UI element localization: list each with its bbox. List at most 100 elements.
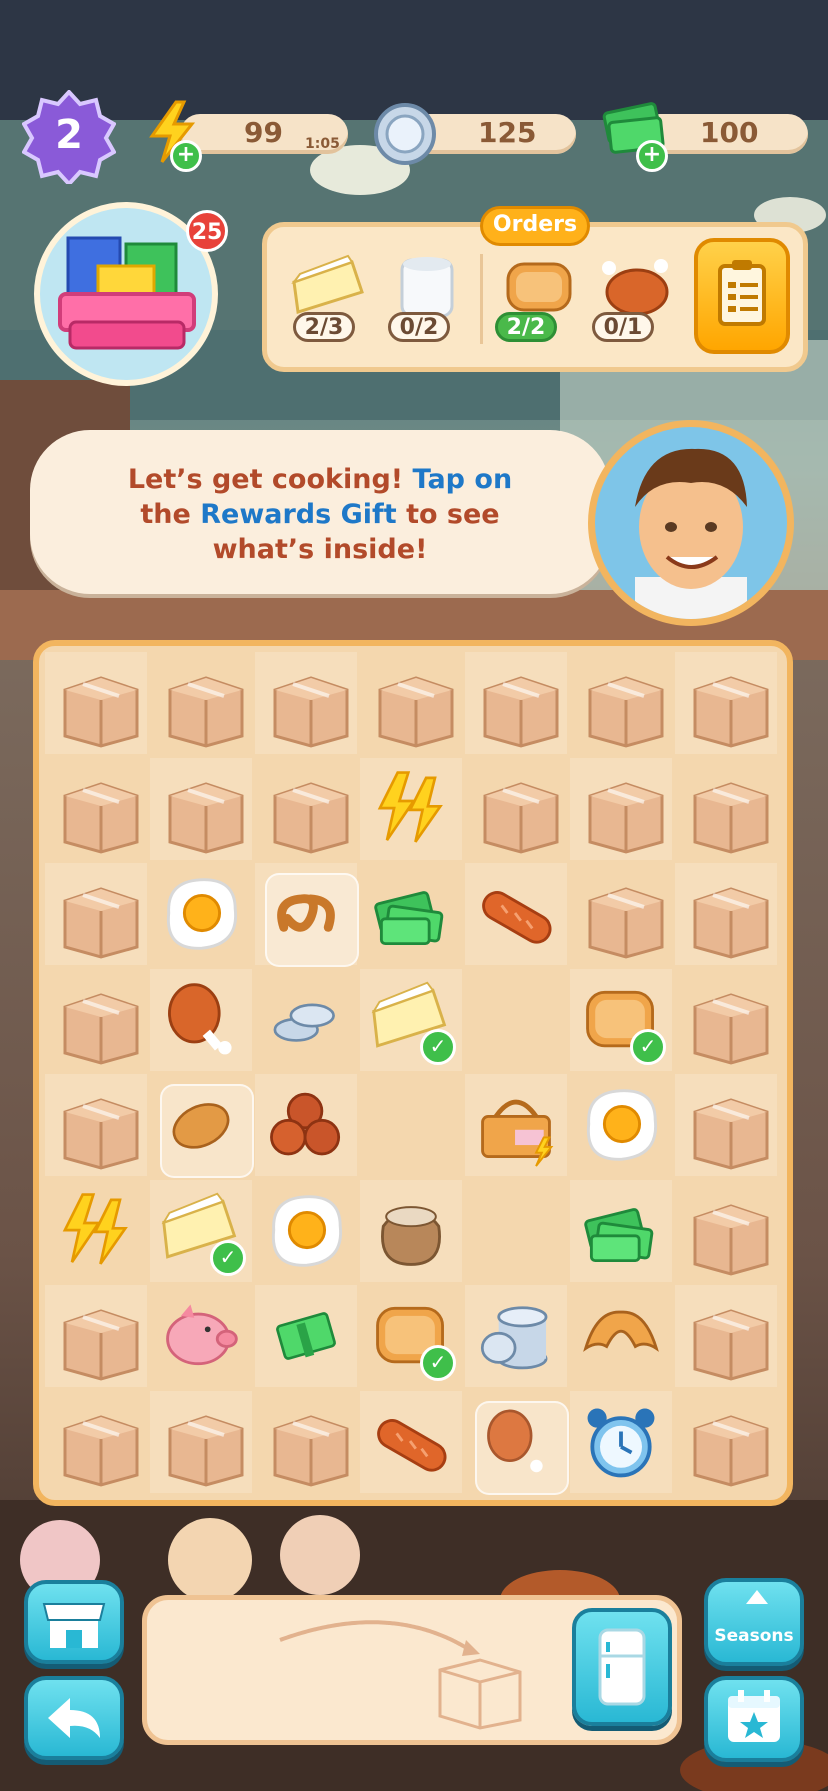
locked-box-icon[interactable] (679, 973, 773, 1067)
board-cell[interactable] (465, 863, 567, 965)
locked-box-icon[interactable] (259, 1395, 353, 1489)
locked-box-icon[interactable] (49, 1395, 143, 1489)
board-cell[interactable]: ✓ (360, 968, 462, 1071)
sausage-icon[interactable] (364, 1395, 458, 1489)
locked-box-icon[interactable] (679, 1395, 773, 1489)
board-cell[interactable] (150, 1285, 252, 1387)
locked-box-icon[interactable] (574, 867, 668, 961)
coins-stack-icon[interactable] (469, 1289, 563, 1383)
locked-box-icon[interactable] (679, 867, 773, 961)
board-cell[interactable] (360, 757, 462, 860)
locked-box-icon[interactable] (574, 656, 668, 750)
board-cell[interactable] (255, 1074, 357, 1176)
board-cell[interactable] (570, 1074, 672, 1176)
board-cell[interactable] (675, 969, 777, 1071)
undo-button[interactable] (24, 1676, 124, 1760)
board-cell[interactable] (255, 863, 359, 967)
board-cell[interactable] (150, 968, 252, 1071)
board-cell[interactable] (465, 969, 567, 1071)
board-cell[interactable] (150, 757, 252, 860)
board-cell[interactable] (570, 863, 672, 965)
cash-stack-icon[interactable] (364, 867, 458, 961)
locked-box-icon[interactable] (679, 1184, 773, 1278)
add-cash-button[interactable]: + (636, 140, 668, 172)
locked-box-icon[interactable] (469, 656, 563, 750)
locked-box-icon[interactable] (49, 867, 143, 961)
board-cell[interactable] (255, 1391, 357, 1493)
fridge-button[interactable] (572, 1608, 672, 1726)
croissant-icon[interactable] (574, 1289, 668, 1383)
board-cell[interactable] (255, 758, 357, 860)
board-cell[interactable] (465, 652, 567, 754)
alarm-clock-icon[interactable] (574, 1395, 668, 1489)
seasons-button[interactable]: Seasons (704, 1578, 804, 1666)
board-cell[interactable] (45, 652, 147, 754)
shop-button[interactable] (24, 1580, 124, 1664)
locked-box-icon[interactable] (469, 762, 563, 856)
locked-box-icon[interactable] (259, 656, 353, 750)
board-cell[interactable] (45, 1180, 147, 1282)
toast-icon[interactable]: ✓ (574, 973, 668, 1067)
locked-box-icon[interactable] (679, 1289, 773, 1383)
board-cell[interactable] (675, 652, 777, 754)
locked-box-icon[interactable] (154, 656, 248, 750)
picnic-basket-icon[interactable] (469, 1078, 563, 1172)
board-cell[interactable] (465, 1285, 567, 1387)
board-cell[interactable] (675, 863, 777, 965)
coins-icon[interactable] (259, 973, 353, 1067)
board-cell[interactable] (570, 652, 672, 754)
board-cell[interactable] (255, 1285, 357, 1387)
locked-box-icon[interactable] (679, 1078, 773, 1172)
board-cell[interactable] (45, 1074, 147, 1176)
bread-bubble-icon[interactable] (154, 1078, 254, 1178)
energy-icon[interactable] (49, 1184, 143, 1278)
piggy-bank-icon[interactable] (154, 1289, 248, 1383)
board-cell[interactable] (570, 1285, 672, 1387)
chicken-leg-bubble-icon[interactable] (469, 1395, 569, 1495)
board-cell[interactable] (675, 1180, 777, 1282)
board-cell[interactable] (570, 1390, 672, 1493)
locked-box-icon[interactable] (574, 762, 668, 856)
calendar-button[interactable] (704, 1676, 804, 1762)
board-cell[interactable] (360, 1179, 462, 1282)
board-cell[interactable] (675, 1074, 777, 1176)
toast-icon[interactable]: ✓ (364, 1289, 458, 1383)
board-cell[interactable] (360, 863, 462, 965)
meatballs-icon[interactable] (259, 1078, 353, 1172)
locked-box-icon[interactable] (679, 656, 773, 750)
energy-icon[interactable] (364, 762, 458, 856)
locked-box-icon[interactable] (154, 1395, 248, 1489)
locked-box-icon[interactable] (49, 1289, 143, 1383)
locked-box-icon[interactable] (49, 762, 143, 856)
board-cell[interactable] (255, 1180, 357, 1282)
fried-egg-icon[interactable] (259, 1184, 353, 1278)
board-cell[interactable] (675, 758, 777, 860)
orders-list-button[interactable] (694, 238, 790, 354)
cheese-icon[interactable]: ✓ (154, 1184, 248, 1278)
cash-stack-icon[interactable] (574, 1184, 668, 1278)
board-cell[interactable] (465, 1391, 569, 1495)
locked-box-icon[interactable] (49, 1078, 143, 1172)
board-cell[interactable] (360, 1074, 462, 1176)
add-energy-button[interactable]: + (170, 140, 202, 172)
chicken-leg-icon[interactable] (154, 973, 248, 1067)
flour-sack-icon[interactable] (364, 1184, 458, 1278)
board-cell[interactable] (465, 1074, 567, 1176)
pretzel-bubble-icon[interactable] (259, 867, 359, 967)
board-cell[interactable] (150, 652, 252, 754)
board-cell[interactable] (360, 1390, 462, 1493)
sausage-icon[interactable] (469, 867, 563, 961)
locked-box-icon[interactable] (154, 762, 248, 856)
board-cell[interactable] (150, 863, 252, 965)
board-cell[interactable]: ✓ (150, 1179, 252, 1282)
board-cell[interactable] (45, 969, 147, 1071)
board-cell[interactable] (360, 652, 462, 754)
locked-box-icon[interactable] (49, 656, 143, 750)
board-cell[interactable]: ✓ (570, 968, 672, 1071)
fried-egg-icon[interactable] (154, 867, 248, 961)
board-cell[interactable] (255, 969, 357, 1071)
board-cell[interactable] (150, 1390, 252, 1493)
board-cell[interactable] (45, 1285, 147, 1387)
board-cell[interactable] (465, 758, 567, 860)
locked-box-icon[interactable] (259, 762, 353, 856)
